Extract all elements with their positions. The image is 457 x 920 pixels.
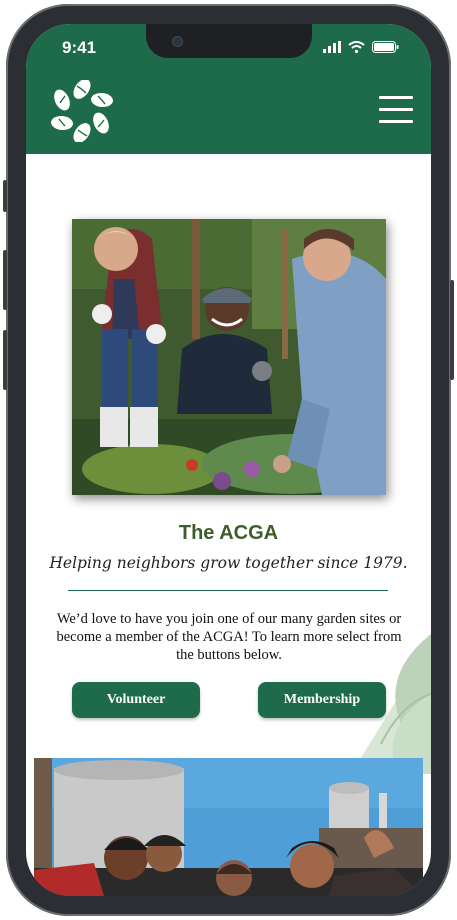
cellular-signal-icon: [323, 41, 341, 53]
volunteer-button[interactable]: Volunteer: [72, 682, 200, 718]
hamburger-menu-icon[interactable]: [379, 96, 413, 126]
volume-down-button: [3, 330, 7, 390]
membership-button[interactable]: Membership: [258, 682, 386, 718]
intro-text: We’d love to have you join one of our ma…: [56, 611, 402, 663]
volume-up-button: [3, 250, 7, 310]
status-time: 9:41: [62, 38, 97, 57]
leaf-wreath-logo[interactable]: [51, 80, 113, 142]
tagline: Helping neighbors grow together since 19…: [49, 554, 408, 572]
community-photo: [34, 758, 423, 896]
mute-switch: [3, 180, 7, 212]
phone-notch: [146, 24, 312, 58]
power-button: [450, 280, 454, 380]
status-icons: [323, 41, 399, 53]
page-title: The ACGA: [178, 522, 279, 544]
battery-icon: [372, 41, 399, 53]
hero-photo-gardeners: [72, 219, 386, 495]
divider: [68, 590, 388, 591]
phone-screen: 9:41 The ACGA Helping neighbors grow tog…: [26, 24, 431, 896]
front-camera: [172, 36, 183, 47]
wifi-icon: [348, 41, 365, 53]
